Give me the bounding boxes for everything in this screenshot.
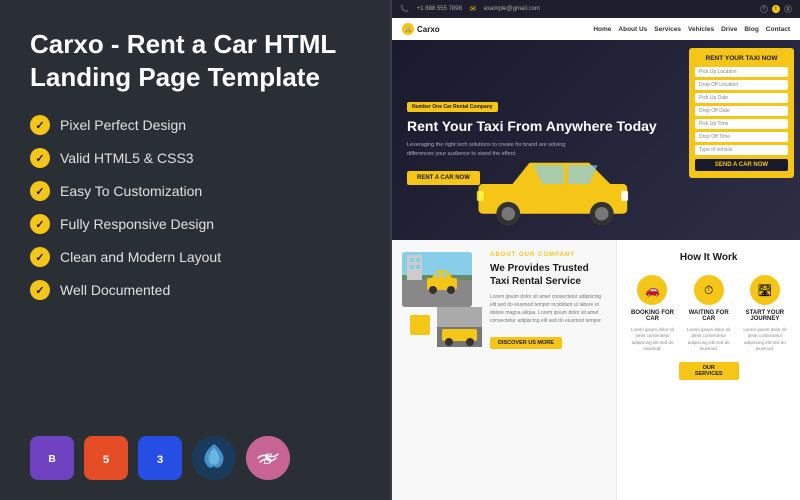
email-icon: ✉: [470, 5, 476, 13]
step-icon: 🛣: [750, 275, 780, 305]
step-title: BOOKING FOR CAR: [627, 310, 677, 322]
feature-label: Valid HTML5 & CSS3: [60, 150, 194, 166]
badge-bootstrap: B: [30, 436, 74, 480]
check-icon: ✓: [30, 181, 50, 201]
social-google: g: [784, 5, 792, 13]
nav-link[interactable]: Services: [654, 26, 681, 33]
check-icon: ✓: [30, 247, 50, 267]
topbar-contact: 📞 +1 888 555 7898 ✉ example@gmail.com: [400, 5, 540, 13]
svg-text:B: B: [48, 454, 55, 465]
nav-links: Home About Us Services Vehicles Drive Blog Con…: [593, 26, 790, 33]
how-step: ⏱ WAITING FOR CAR Lorem ipsum dolor sit …: [684, 275, 734, 352]
svg-text:5: 5: [103, 454, 110, 466]
form-field[interactable]: Pick Up Time: [695, 119, 788, 129]
about-image-main: [402, 252, 472, 307]
check-icon: ✓: [30, 280, 50, 300]
how-step: 🚗 BOOKING FOR CAR Lorem ipsum dolor sit …: [627, 275, 677, 352]
form-field[interactable]: Drop Off Time: [695, 132, 788, 142]
hero-description: Leveraging the right tech solutions to c…: [407, 141, 567, 158]
feature-item: ✓ Pixel Perfect Design: [30, 115, 360, 135]
svg-text:3: 3: [157, 454, 163, 466]
feature-item: ✓ Well Documented: [30, 280, 360, 300]
about-description: Lorem ipsum dolor sit amet consectetur a…: [490, 293, 606, 325]
badge-html5: 5: [84, 436, 128, 480]
hero-badge: Number One Car Rental Company: [407, 102, 498, 112]
how-title: How It Work: [627, 252, 790, 263]
nav-link[interactable]: Drive: [721, 26, 737, 33]
site-hero: Number One Car Rental Company Rent Your …: [392, 40, 800, 240]
feature-item: ✓ Valid HTML5 & CSS3: [30, 148, 360, 168]
topbar-phone: +1 888 555 7898: [417, 6, 462, 12]
about-image-thumb: [437, 307, 482, 347]
feature-label: Pixel Perfect Design: [60, 117, 186, 133]
step-icon: ⏱: [694, 275, 724, 305]
about-cta-button[interactable]: DISCOVER US MORE: [490, 337, 562, 349]
nav-link[interactable]: Home: [593, 26, 611, 33]
feature-list: ✓ Pixel Perfect Design ✓ Valid HTML5 & CSS3…: [30, 115, 360, 300]
logo-icon: 🚕: [402, 23, 414, 35]
step-title: WAITING FOR CAR: [684, 310, 734, 322]
feature-label: Easy To Customization: [60, 183, 202, 199]
about-text: ABOUT OUR COMPANY We Provides Trusted Ta…: [490, 252, 606, 349]
form-field[interactable]: Drop Off Location: [695, 80, 788, 90]
hero-booking-form: RENT YOUR TAXI NOW Pick Up Location Drop …: [689, 48, 794, 178]
form-field[interactable]: Pick Up Location: [695, 67, 788, 77]
form-submit-button[interactable]: SEND A CAR NOW: [695, 159, 788, 171]
nav-logo: 🚕 Carxo: [402, 23, 440, 35]
right-panel: 📞 +1 888 555 7898 ✉ example@gmail.com f …: [390, 0, 800, 500]
badge-css3: 3: [138, 436, 182, 480]
step-description: Lorem ipsum dolor sit amet consectetur a…: [627, 327, 677, 352]
check-icon: ✓: [30, 148, 50, 168]
about-images: [402, 252, 482, 347]
social-twitter: t: [772, 5, 780, 13]
site-topbar: 📞 +1 888 555 7898 ✉ example@gmail.com f …: [392, 0, 800, 18]
form-title: RENT YOUR TAXI NOW: [695, 55, 788, 62]
how-cta-button[interactable]: OUR SERVICES: [679, 362, 739, 380]
form-field[interactable]: Type of vehicle: [695, 145, 788, 155]
check-icon: ✓: [30, 214, 50, 234]
feature-item: ✓ Fully Responsive Design: [30, 214, 360, 234]
site-nav: 🚕 Carxo Home About Us Services Vehicles Driv…: [392, 18, 800, 40]
site-screenshot-top: 📞 +1 888 555 7898 ✉ example@gmail.com f …: [392, 0, 800, 240]
badge-codeigniter: [192, 436, 236, 480]
feature-label: Clean and Modern Layout: [60, 249, 221, 265]
hero-cta-button[interactable]: RENT A CAR NOW: [407, 171, 480, 185]
tech-badges: B 5 3 S: [30, 436, 360, 480]
social-facebook: f: [760, 5, 768, 13]
step-icon: 🚗: [637, 275, 667, 305]
phone-icon: 📞: [400, 5, 409, 13]
site-screenshot-bottom: ABOUT OUR COMPANY We Provides Trusted Ta…: [392, 240, 800, 500]
step-description: Lorem ipsum dolor sit amet consectetur a…: [684, 327, 734, 352]
feature-item: ✓ Easy To Customization: [30, 181, 360, 201]
about-accent: [410, 315, 430, 335]
nav-link[interactable]: Vehicles: [688, 26, 714, 33]
how-steps: 🚗 BOOKING FOR CAR Lorem ipsum dolor sit …: [627, 275, 790, 352]
feature-item: ✓ Clean and Modern Layout: [30, 247, 360, 267]
about-section: ABOUT OUR COMPANY We Provides Trusted Ta…: [392, 240, 616, 500]
nav-link[interactable]: Contact: [766, 26, 790, 33]
topbar-email: example@gmail.com: [484, 6, 540, 12]
check-icon: ✓: [30, 115, 50, 135]
logo-text: Carxo: [417, 25, 440, 34]
page-title: Carxo - Rent a Car HTML Landing Page Tem…: [30, 28, 360, 93]
how-section: How It Work 🚗 BOOKING FOR CAR Lorem ipsu…: [616, 240, 800, 500]
nav-link[interactable]: Blog: [744, 26, 758, 33]
nav-link[interactable]: About Us: [618, 26, 647, 33]
about-title: We Provides Trusted Taxi Rental Service: [490, 262, 606, 288]
feature-label: Well Documented: [60, 282, 170, 298]
step-description: Lorem ipsum dolor sit amet consectetur a…: [740, 327, 790, 352]
left-panel: Carxo - Rent a Car HTML Landing Page Tem…: [0, 0, 390, 500]
about-badge: ABOUT OUR COMPANY: [490, 252, 606, 258]
feature-label: Fully Responsive Design: [60, 216, 214, 232]
how-step: 🛣 START YOUR JOURNEY Lorem ipsum dolor s…: [740, 275, 790, 352]
form-field[interactable]: Drop Off Date: [695, 106, 788, 116]
form-field[interactable]: Pick Up Date: [695, 93, 788, 103]
badge-sass: S: [246, 436, 290, 480]
topbar-social: f t g: [760, 5, 792, 13]
step-title: START YOUR JOURNEY: [740, 310, 790, 322]
